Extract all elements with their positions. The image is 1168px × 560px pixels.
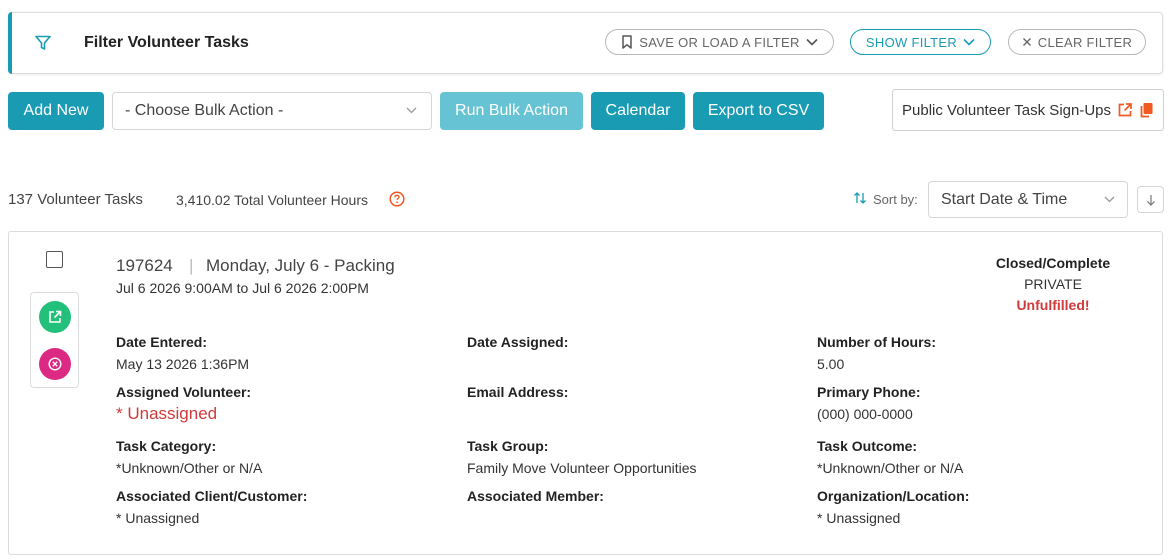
- chevron-down-icon: [406, 107, 417, 114]
- field-label: Organization/Location:: [817, 488, 970, 504]
- filter-bar-accent: [8, 12, 12, 74]
- bookmark-icon: [622, 35, 633, 49]
- field-value: May 13 2026 1:36PM: [116, 356, 250, 372]
- field-primary-phone: Primary Phone: (000) 000-0000: [817, 384, 1147, 422]
- sort-select[interactable]: Start Date & Time: [928, 181, 1128, 218]
- show-filter-button[interactable]: SHOW FILTER: [850, 29, 991, 55]
- field-label: Email Address:: [467, 384, 569, 400]
- field-label: Number of Hours:: [817, 334, 936, 350]
- total-hours: 3,410.02 Total Volunteer Hours: [176, 192, 368, 208]
- field-date-assigned: Date Assigned:: [467, 334, 797, 356]
- field-label: Associated Client/Customer:: [116, 488, 308, 504]
- bulk-action-selected: - Choose Bulk Action -: [125, 102, 284, 119]
- field-label: Primary Phone:: [817, 384, 921, 400]
- field-value: * Unassigned: [116, 510, 200, 526]
- field-number-of-hours: Number of Hours: 5.00: [817, 334, 1147, 372]
- delete-task-button[interactable]: [39, 348, 71, 380]
- field-associated-member: Associated Member:: [467, 488, 797, 510]
- sort-label: Sort by:: [873, 192, 918, 207]
- sort-direction-button[interactable]: [1137, 186, 1164, 213]
- visibility-badge: PRIVATE: [1024, 276, 1082, 292]
- close-icon: [1022, 38, 1031, 46]
- field-value: (000) 000-0000: [817, 406, 913, 422]
- chevron-down-icon: [1104, 196, 1115, 203]
- filter-title: Filter Volunteer Tasks: [84, 34, 249, 51]
- field-task-outcome: Task Outcome: *Unknown/Other or N/A: [817, 438, 1147, 476]
- field-label: Task Outcome:: [817, 438, 918, 454]
- clear-filter-button[interactable]: CLEAR FILTER: [1008, 29, 1146, 55]
- calendar-button[interactable]: Calendar: [591, 92, 685, 130]
- public-signups-label: Public Volunteer Task Sign-Ups: [902, 101, 1112, 119]
- help-circle-icon[interactable]: [389, 191, 405, 212]
- field-date-entered: Date Entered: May 13 2026 1:36PM: [116, 334, 446, 372]
- task-date-range: Jul 6 2026 9:00AM to Jul 6 2026 2:00PM: [116, 280, 369, 296]
- external-link-icon: [49, 310, 62, 323]
- field-task-group: Task Group: Family Move Volunteer Opport…: [467, 438, 797, 476]
- sort-arrows-icon: [853, 191, 867, 210]
- task-select-checkbox[interactable]: [46, 251, 63, 268]
- field-value: 5.00: [817, 356, 845, 372]
- field-value[interactable]: * Unassigned: [116, 404, 446, 424]
- bulk-action-select[interactable]: - Choose Bulk Action -: [112, 92, 432, 130]
- arrow-down-icon: [1146, 194, 1155, 206]
- task-id[interactable]: 197624: [116, 256, 173, 276]
- status-badge: Closed/Complete: [995, 255, 1111, 271]
- public-signups-button[interactable]: Public Volunteer Task Sign-Ups: [892, 89, 1164, 131]
- field-associated-client: Associated Client/Customer: * Unassigned: [116, 488, 446, 526]
- task-title[interactable]: Monday, July 6 - Packing: [206, 256, 395, 276]
- field-task-category: Task Category: *Unknown/Other or N/A: [116, 438, 446, 476]
- chevron-down-icon: [963, 38, 975, 46]
- clear-filter-label: CLEAR FILTER: [1037, 34, 1133, 50]
- task-count: 137 Volunteer Tasks: [8, 191, 143, 208]
- external-link-icon[interactable]: [1117, 102, 1133, 118]
- add-new-button[interactable]: Add New: [8, 92, 104, 130]
- open-task-button[interactable]: [39, 301, 71, 333]
- field-email-address: Email Address:: [467, 384, 797, 406]
- field-value: *Unknown/Other or N/A: [116, 460, 263, 476]
- sort-selected: Start Date & Time: [941, 190, 1068, 208]
- field-label: Date Entered:: [116, 334, 208, 350]
- task-separator: |: [189, 256, 194, 275]
- fulfillment-badge: Unfulfilled!: [1016, 297, 1090, 313]
- save-load-filter-label: SAVE OR LOAD A FILTER: [639, 34, 800, 50]
- field-label: Assigned Volunteer:: [116, 384, 252, 400]
- field-value: *Unknown/Other or N/A: [817, 460, 964, 476]
- save-load-filter-button[interactable]: SAVE OR LOAD A FILTER: [605, 29, 834, 55]
- show-filter-label: SHOW FILTER: [865, 34, 958, 50]
- funnel-icon[interactable]: [34, 34, 52, 52]
- task-actions: [30, 292, 79, 388]
- field-label: Associated Member:: [467, 488, 604, 504]
- field-organization-location: Organization/Location: * Unassigned: [817, 488, 1147, 526]
- field-value: * Unassigned: [817, 510, 901, 526]
- copy-icon[interactable]: [1139, 102, 1154, 118]
- run-bulk-action-button[interactable]: Run Bulk Action: [440, 92, 583, 130]
- task-card: 197624 | Monday, July 6 - Packing Jul 6 …: [8, 231, 1163, 555]
- field-label: Date Assigned:: [467, 334, 569, 350]
- filter-bar: Filter Volunteer Tasks SAVE OR LOAD A FI…: [8, 12, 1163, 74]
- export-csv-button[interactable]: Export to CSV: [693, 92, 824, 130]
- field-value: Family Move Volunteer Opportunities: [467, 460, 697, 476]
- field-assigned-volunteer: Assigned Volunteer: * Unassigned: [116, 384, 446, 424]
- chevron-down-icon: [806, 38, 818, 46]
- field-label: Task Group:: [467, 438, 549, 454]
- field-label: Task Category:: [116, 438, 217, 454]
- close-circle-icon: [48, 357, 62, 371]
